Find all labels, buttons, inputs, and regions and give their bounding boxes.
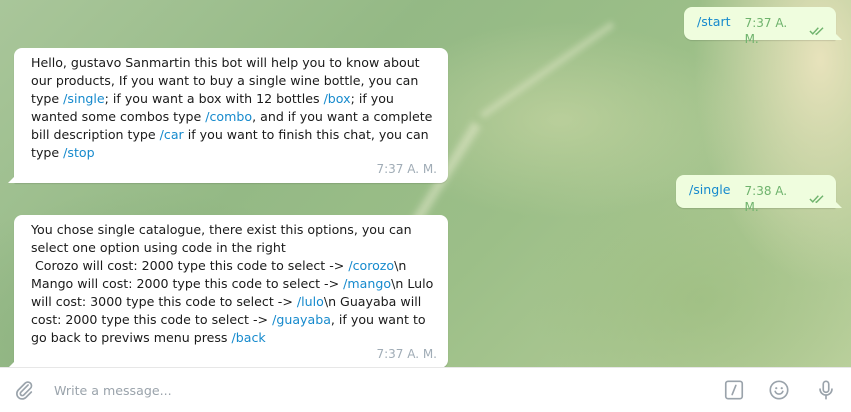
message-input[interactable] [48, 376, 700, 404]
command-link[interactable]: /back [232, 330, 266, 345]
command-link[interactable]: /stop [63, 145, 94, 160]
command-link[interactable]: /single [689, 181, 731, 199]
command-link[interactable]: /combo [205, 109, 252, 124]
chat-history[interactable]: /start 7:37 A. M. Hello, gustavo Sanmart… [0, 0, 851, 367]
message-text: You chose single catalogue, there exist … [31, 221, 437, 347]
message-time: 7:37 A. M. [744, 16, 788, 46]
message-meta: 7:37 A. M. [745, 15, 826, 47]
message-composer [0, 367, 851, 412]
command-link[interactable]: /guayaba [272, 312, 331, 327]
microphone-icon[interactable] [814, 378, 838, 402]
double-check-icon [809, 27, 824, 36]
message-time: 7:37 A. M. [376, 347, 437, 361]
command-link[interactable]: /mango [343, 276, 391, 291]
telegram-chat-window: /start 7:37 A. M. Hello, gustavo Sanmart… [0, 0, 851, 412]
message-meta: 7:38 A. M. [745, 183, 826, 215]
command-link[interactable]: /car [160, 127, 184, 142]
command-link[interactable]: /single [63, 91, 105, 106]
double-check-icon [809, 195, 824, 204]
outgoing-message[interactable]: /single 7:38 A. M. [676, 175, 842, 214]
command-link[interactable]: /box [324, 91, 351, 106]
outgoing-message[interactable]: /start 7:37 A. M. [684, 7, 842, 46]
message-time: 7:37 A. M. [376, 162, 437, 176]
slash-command-icon[interactable] [722, 378, 746, 402]
paperclip-icon[interactable] [12, 378, 36, 402]
message-text-segment: ; if you want a box with 12 bottles [104, 91, 324, 106]
incoming-message[interactable]: You chose single catalogue, there exist … [8, 215, 448, 367]
command-link[interactable]: /start [697, 13, 731, 31]
background-decoration [478, 20, 616, 120]
emoji-icon[interactable] [767, 378, 791, 402]
message-time: 7:38 A. M. [744, 184, 788, 214]
message-text: Hello, gustavo Sanmartin this bot will h… [31, 54, 437, 162]
command-link[interactable]: /lulo [297, 294, 324, 309]
command-link[interactable]: /corozo [348, 258, 394, 273]
incoming-message[interactable]: Hello, gustavo Sanmartin this bot will h… [8, 48, 448, 183]
